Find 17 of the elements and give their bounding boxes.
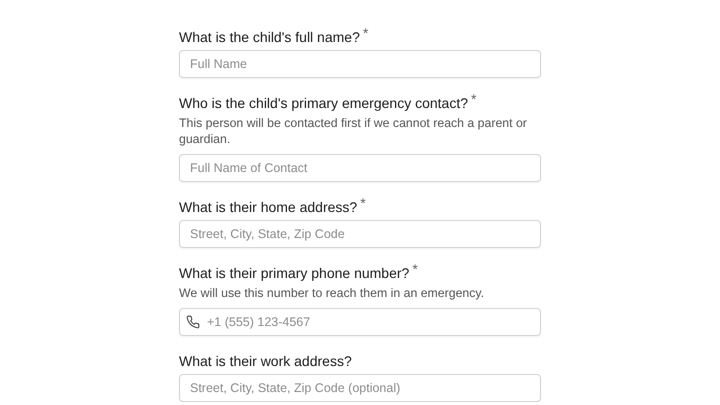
required-mark: * (412, 262, 418, 276)
input-field[interactable]: +1 (555) 123-4567 (179, 308, 541, 336)
input-field[interactable]: Street, City, State, Zip Code (179, 220, 541, 248)
help-text: This person will be contacted first if we cannot reach a parent or guardian. (179, 115, 528, 147)
input-field[interactable]: Full Name (179, 50, 541, 78)
question-label: What is their home address? (179, 198, 358, 217)
question-label: Who is the child's primary emergency contact? (179, 94, 468, 113)
required-mark: * (362, 26, 368, 40)
question-label: What is their primary phone number? (179, 264, 410, 283)
required-mark: * (471, 92, 476, 106)
required-mark: * (360, 196, 366, 210)
input-field[interactable]: Street, City, State, Zip Code (optional) (179, 374, 541, 402)
question-label: What is their work address? (179, 352, 352, 371)
question-label: What is the child's full name? (179, 28, 360, 47)
input-field[interactable]: Full Name of Contact (179, 154, 541, 182)
phone-icon (186, 315, 200, 329)
help-text: We will use this number to reach them in an emergency. (179, 285, 486, 301)
